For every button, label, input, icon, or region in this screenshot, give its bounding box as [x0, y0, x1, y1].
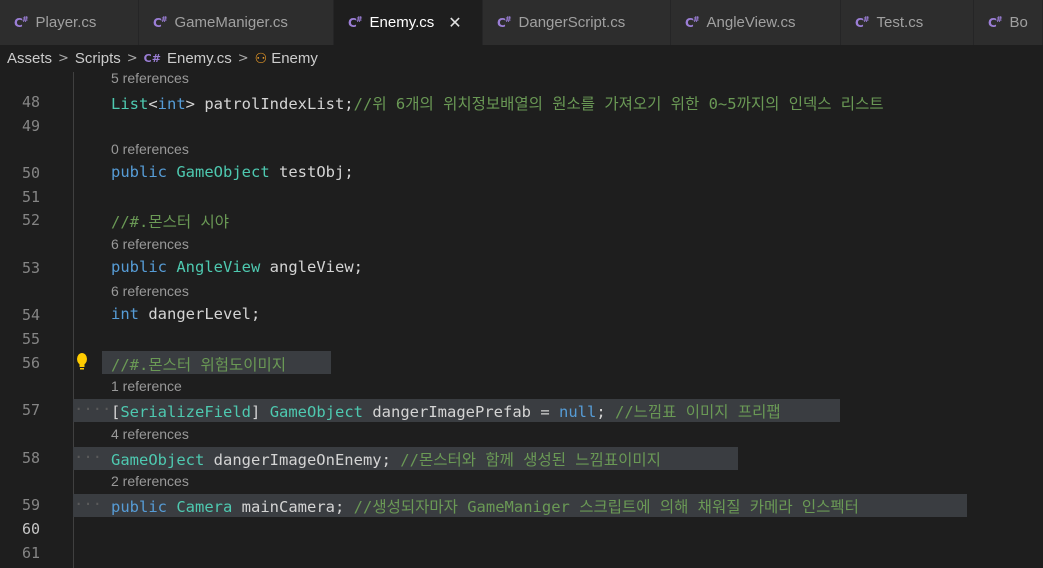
identifier: testObj; [269, 163, 354, 181]
lightbulb-icon[interactable] [76, 352, 88, 372]
tab-dangerscript[interactable]: C# DangerScript.cs [483, 0, 671, 45]
keyword: public [111, 163, 167, 181]
attribute: SerializeField [120, 403, 251, 421]
keyword: public [111, 498, 167, 516]
editor-tab-bar: C# Player.cs C# GameManiger.cs C# Enemy.… [0, 0, 1043, 45]
tab-bo[interactable]: C# Bo [974, 0, 1043, 45]
keyword: public [111, 258, 167, 276]
whitespace-dots: ··· [74, 495, 102, 513]
identifier: dangerLevel; [139, 305, 261, 323]
code-line-56[interactable]: //#.몬스터 위험도이미지 [111, 353, 286, 375]
line-number: 54 [21, 306, 40, 324]
type-name: Camera [176, 498, 233, 516]
codelens-references[interactable]: 1 reference [111, 378, 182, 394]
breadcrumb-file[interactable]: Enemy.cs [167, 50, 232, 67]
chevron-right-icon: > [237, 51, 249, 66]
identifier: dangerImagePrefab = [363, 403, 559, 421]
type-name: GameObject [111, 451, 205, 469]
line-number: 61 [21, 544, 40, 562]
csharp-icon: C# [143, 52, 161, 65]
close-icon[interactable]: ✕ [448, 13, 461, 32]
line-number: 59 [21, 496, 40, 514]
comment: //생성되자마자 GameManiger 스크립트에 의해 채워질 카메라 인스… [344, 498, 859, 516]
type-name: AngleView [176, 258, 261, 276]
csharp-icon: C# [14, 15, 28, 30]
line-number: 58 [21, 449, 40, 467]
identifier: angleView; [260, 258, 363, 276]
line-number: 52 [21, 211, 40, 229]
line-number: 57 [21, 401, 40, 419]
tab-label: Bo [1009, 14, 1028, 31]
codelens-references[interactable]: 0 references [111, 141, 189, 157]
line-number: 50 [21, 164, 40, 182]
line-number: 56 [21, 354, 40, 372]
code-line-58[interactable]: GameObject dangerImageOnEnemy; //몬스터와 함께… [111, 448, 661, 470]
csharp-icon: C# [348, 15, 362, 30]
keyword: null [558, 403, 597, 421]
code-line-57[interactable]: [SerializeField] GameObject dangerImageP… [111, 400, 781, 422]
tab-label: GameManiger.cs [174, 14, 288, 31]
whitespace-dots: ··· [74, 448, 102, 466]
codelens-references[interactable]: 4 references [111, 426, 189, 442]
tab-test[interactable]: C# Test.cs [841, 0, 974, 45]
type-name: GameObject [176, 163, 270, 181]
code-line-53[interactable]: public AngleView angleView; [111, 258, 363, 276]
class-icon: ⚇ [254, 50, 268, 67]
code-line-48[interactable]: List<int> patrolIndexList;//위 6개의 위치정보배열… [111, 92, 884, 114]
codelens-references[interactable]: 6 references [111, 236, 189, 252]
line-number: 55 [21, 330, 40, 348]
code-line-59[interactable]: public Camera mainCamera; //생성되자마자 GameM… [111, 495, 859, 517]
csharp-icon: C# [988, 15, 1002, 30]
csharp-icon: C# [153, 15, 167, 30]
csharp-icon: C# [497, 15, 511, 30]
breadcrumb-scripts[interactable]: Scripts [75, 50, 121, 67]
bracket: ] [251, 403, 261, 421]
tab-enemy[interactable]: C# Enemy.cs ✕ [334, 0, 483, 45]
line-number: 49 [21, 117, 40, 135]
tab-label: Player.cs [35, 14, 97, 31]
tab-gamemaniger[interactable]: C# GameManiger.cs [139, 0, 334, 45]
comment: //느낌표 이미지 프리팹 [605, 403, 781, 421]
csharp-icon: C# [855, 15, 869, 30]
chevron-right-icon: > [126, 51, 138, 66]
codelens-references[interactable]: 6 references [111, 283, 189, 299]
semicolon: ; [596, 403, 606, 421]
identifier: mainCamera; [232, 498, 345, 516]
code-line-52[interactable]: //#.몬스터 시야 [111, 210, 229, 232]
tab-label: DangerScript.cs [518, 14, 626, 31]
tab-angleview[interactable]: C# AngleView.cs [671, 0, 841, 45]
csharp-icon: C# [685, 15, 699, 30]
codelens-references[interactable]: 2 references [111, 473, 189, 489]
type-name: GameObject [269, 403, 364, 421]
code-line-54[interactable]: int dangerLevel; [111, 305, 260, 323]
breadcrumb-assets[interactable]: Assets [7, 50, 52, 67]
whitespace-dots: ···· [74, 400, 112, 418]
tab-label: AngleView.cs [706, 14, 796, 31]
bracket: [ [111, 403, 121, 421]
chevron-right-icon: > [58, 51, 69, 66]
line-number: 48 [21, 93, 40, 111]
breadcrumb: Assets > Scripts > C# Enemy.cs > ⚇ Enemy [0, 45, 1043, 72]
line-number-current: 60 [21, 520, 40, 538]
comment: //몬스터와 함께 생성된 느낌표이미지 [390, 451, 661, 469]
tab-player[interactable]: C# Player.cs [0, 0, 139, 45]
comment: //위 6개의 위치정보배열의 원소를 가져오기 위한 0~5까지의 인덱스 리… [353, 95, 884, 113]
codelens-references[interactable]: 5 references [111, 72, 189, 86]
tab-label: Test.cs [876, 14, 924, 31]
breadcrumb-symbol[interactable]: Enemy [271, 50, 318, 67]
code-line-50[interactable]: public GameObject testObj; [111, 163, 354, 181]
identifier: dangerImageOnEnemy; [204, 451, 391, 469]
line-number: 53 [21, 259, 40, 277]
tab-label: Enemy.cs [369, 14, 435, 31]
code-editor[interactable]: 5 references 48 List<int> patrolIndexLis… [0, 72, 1043, 568]
line-number: 51 [21, 188, 40, 206]
keyword: int [111, 305, 139, 323]
